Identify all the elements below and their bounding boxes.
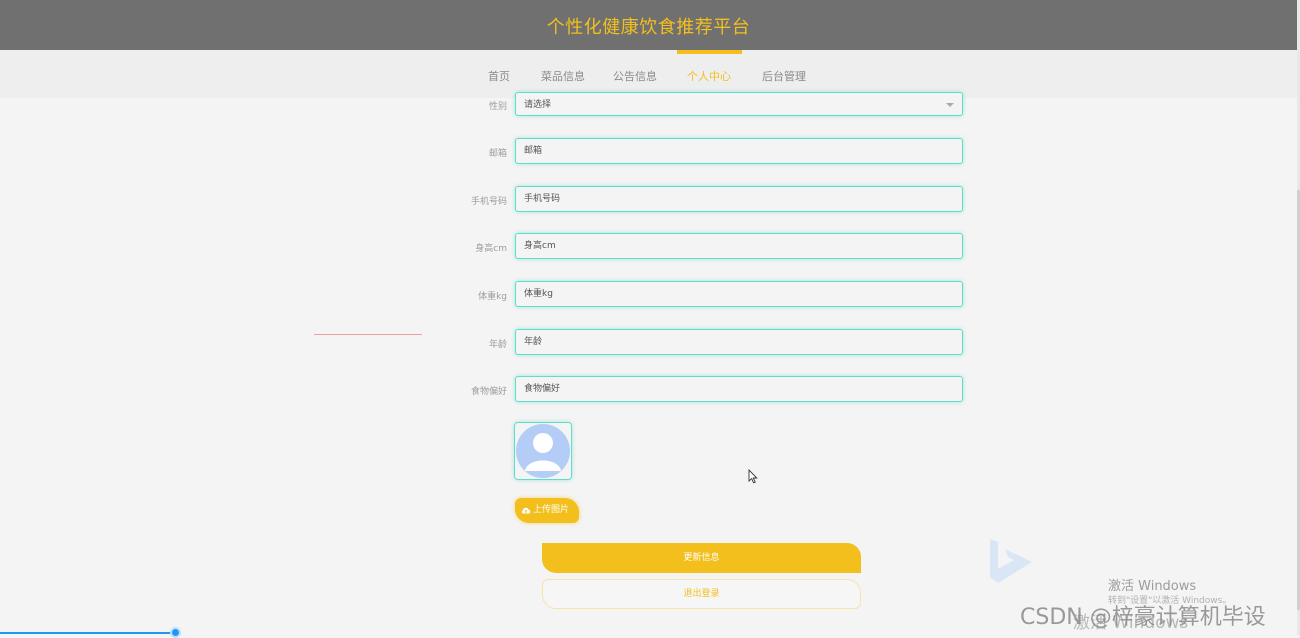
height-label: 身高cm bbox=[475, 244, 507, 254]
nav-item-admin[interactable]: 后台管理 bbox=[762, 68, 806, 84]
windows-activation-title: 激活 Windows bbox=[1108, 579, 1197, 594]
gender-select[interactable]: 请选择 bbox=[515, 92, 963, 116]
chevron-down-icon bbox=[946, 103, 954, 107]
weight-field[interactable]: 体重kg bbox=[515, 281, 963, 307]
mouse-cursor-icon bbox=[748, 469, 758, 484]
nav-bar: 首页 菜品信息 公告信息 个人中心 后台管理 bbox=[0, 50, 1297, 98]
nav-item-dishes[interactable]: 菜品信息 bbox=[541, 68, 585, 84]
upload-button-label: 上传图片 bbox=[533, 505, 570, 515]
height-field[interactable]: 身高cm bbox=[515, 233, 963, 259]
preference-row: 食物偏好 食物偏好 bbox=[0, 376, 1300, 404]
progress-handle[interactable] bbox=[170, 627, 181, 638]
weight-label: 体重kg bbox=[478, 292, 507, 302]
divider-line bbox=[314, 334, 422, 335]
top-header: 个性化健康饮食推荐平台 bbox=[0, 0, 1297, 50]
nav-item-home[interactable]: 首页 bbox=[488, 68, 510, 84]
site-title: 个性化健康饮食推荐平台 bbox=[546, 17, 751, 38]
age-field[interactable]: 年龄 bbox=[515, 329, 963, 355]
nav-item-personal-center[interactable]: 个人中心 bbox=[687, 68, 731, 84]
weight-row: 体重kg 体重kg bbox=[0, 281, 1300, 309]
cloud-upload-icon bbox=[521, 507, 531, 514]
avatar-upload-preview[interactable] bbox=[514, 422, 572, 480]
height-row: 身高cm 身高cm bbox=[0, 233, 1300, 261]
phone-field[interactable]: 手机号码 bbox=[515, 186, 963, 212]
gender-label: 性别 bbox=[488, 102, 507, 112]
email-field[interactable]: 邮箱 bbox=[515, 138, 963, 164]
email-row: 邮箱 邮箱 bbox=[0, 138, 1300, 166]
phone-label: 手机号码 bbox=[470, 197, 507, 207]
phone-row: 手机号码 手机号码 bbox=[0, 186, 1300, 214]
gender-select-value: 请选择 bbox=[524, 100, 552, 110]
preference-label: 食物偏好 bbox=[470, 387, 507, 397]
logout-button[interactable]: 退出登录 bbox=[542, 579, 861, 609]
age-label: 年龄 bbox=[488, 340, 507, 350]
upload-image-button[interactable]: 上传图片 bbox=[515, 498, 579, 523]
active-tab-indicator bbox=[677, 50, 742, 54]
email-label: 邮箱 bbox=[488, 149, 507, 159]
user-avatar-icon bbox=[515, 423, 571, 479]
update-info-button[interactable]: 更新信息 bbox=[542, 543, 861, 573]
csdn-watermark: CSDN @梓豪计算机毕设 bbox=[1020, 605, 1266, 630]
gender-row: 性别 请选择 bbox=[0, 92, 1300, 120]
video-progress-bar[interactable] bbox=[0, 632, 175, 634]
age-row: 年龄 年龄 bbox=[0, 329, 1300, 357]
nav-item-announcements[interactable]: 公告信息 bbox=[613, 68, 657, 84]
bing-logo-icon bbox=[990, 539, 1032, 583]
preference-field[interactable]: 食物偏好 bbox=[515, 376, 963, 402]
